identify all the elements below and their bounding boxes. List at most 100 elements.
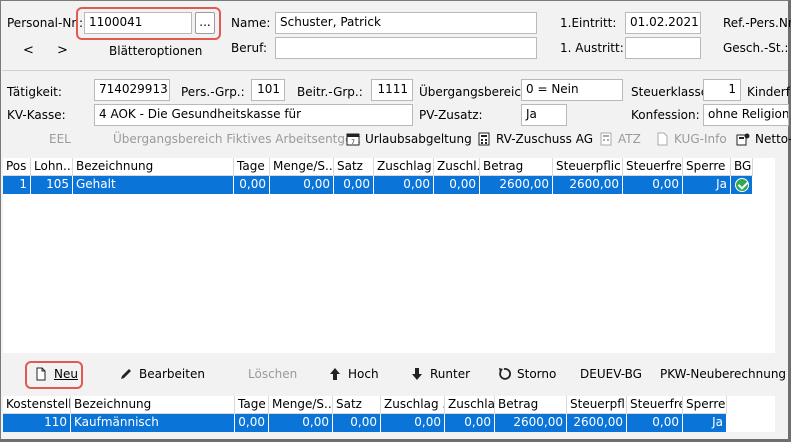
column-header[interactable]: Tage	[235, 396, 269, 414]
bearbeiten-label: Bearbeiten	[139, 367, 205, 381]
table-cell: 110	[3, 414, 71, 432]
kv-kasse-label: KV-Kasse:	[7, 108, 66, 122]
column-header[interactable]: Bezeichnung	[73, 158, 234, 176]
eel-button[interactable]: EEL	[49, 132, 71, 146]
calculator-money-icon	[736, 133, 750, 146]
table-cell: 2600,00	[567, 414, 627, 432]
column-header[interactable]: Steuerpflic...	[553, 158, 623, 176]
table-cell: 2600,00	[495, 414, 567, 432]
next-button[interactable]: >	[57, 43, 68, 58]
bearbeiten-button[interactable]: Bearbeiten	[119, 367, 205, 381]
undo-icon	[499, 368, 511, 380]
column-header[interactable]: Satz	[334, 158, 374, 176]
lohnarten-grid: Pos Lohn... Bezeichnung Tage Menge/S... Satz Z…	[3, 158, 775, 353]
column-header[interactable]: Pos	[3, 158, 31, 176]
beitr-grp-label: Beitr.-Grp.:	[297, 85, 363, 99]
runter-label: Runter	[430, 367, 471, 381]
table-row[interactable]: 110 Kaufmännisch 0,00 0,00 0,00 0,00 0,00 2600,…	[3, 414, 727, 432]
arrow-up-icon	[330, 368, 340, 380]
neu-button[interactable]: Neu	[34, 367, 78, 381]
table-cell: 0,00	[234, 176, 270, 194]
table-cell: 0,00	[627, 414, 683, 432]
column-header[interactable]: Betrag	[480, 158, 553, 176]
uebergang-fiktiv-button[interactable]: Übergangsbereich Fiktives Arbeitsentgelt	[113, 132, 360, 146]
header-divider	[2, 70, 788, 71]
runter-button[interactable]: Runter	[410, 367, 470, 381]
column-header[interactable]: Zuschlag ...	[374, 158, 434, 176]
steuerklasse-field[interactable]: 1	[703, 79, 741, 101]
pers-grp-label: Pers.-Grp.:	[181, 85, 245, 99]
column-header[interactable]: Sperre	[683, 158, 731, 176]
konfession-field[interactable]: ohne Religionszu	[703, 104, 789, 126]
table-cell: 0,00	[235, 414, 269, 432]
previous-button[interactable]: <	[23, 43, 34, 58]
loeschen-label: Löschen	[248, 367, 298, 381]
storno-label: Storno	[517, 367, 557, 381]
column-header[interactable]: Betrag	[495, 396, 567, 414]
payroll-window: Personal-Nr.: 1100041 ... < > Blätteropt…	[0, 0, 791, 442]
atz-button[interactable]: ATZ	[599, 132, 641, 146]
storno-button[interactable]: Storno	[497, 367, 556, 381]
column-header[interactable]: Lohn...	[31, 158, 73, 176]
column-header[interactable]: BG	[731, 158, 753, 176]
deuev-bg-button[interactable]: DEUEV-BG	[580, 367, 642, 381]
beruf-field[interactable]	[275, 37, 537, 59]
column-header[interactable]: Satz	[333, 396, 381, 414]
personal-nr-field[interactable]: 1100041	[84, 12, 192, 34]
column-header[interactable]: Sperre	[683, 396, 727, 414]
column-header[interactable]: Tage	[234, 158, 270, 176]
personal-nr-lookup-button[interactable]: ...	[195, 12, 215, 34]
column-header[interactable]: Menge/S...	[270, 158, 334, 176]
calculator-icon	[600, 132, 612, 146]
netto-button[interactable]: Netto-	[736, 132, 791, 146]
beitr-grp-field[interactable]: 1111	[371, 79, 413, 101]
blaetteroptionen-link[interactable]: Blätteroptionen	[109, 44, 202, 58]
eintritt-field[interactable]: 01.02.2021	[625, 12, 701, 34]
column-header[interactable]: Kostenstelle	[3, 396, 71, 414]
table-cell	[731, 176, 753, 194]
taetigkeit-label: Tätigkeit:	[7, 85, 62, 99]
table-row[interactable]: 1 105 Gehalt 0,00 0,00 0,00 0,00 0,00 2600,00 260…	[3, 176, 753, 194]
pkw-neuberechnung-label: PKW-Neuberechnung	[660, 367, 787, 381]
gesch-st-label: Gesch.-St.:	[723, 41, 789, 55]
column-header[interactable]: Menge/S...	[269, 396, 333, 414]
name-field[interactable]: Schuster, Patrick	[275, 12, 537, 34]
uebergangsbereich-field[interactable]: 0 = Nein	[521, 79, 623, 101]
taetigkeit-field[interactable]: 714029913	[94, 79, 170, 101]
loeschen-button[interactable]: Löschen	[248, 367, 297, 381]
pkw-neuberechnung-button[interactable]: PKW-Neuberechnung	[660, 367, 786, 381]
kv-kasse-field[interactable]: 4 AOK - Die Gesundheitskasse für	[94, 104, 413, 126]
column-header[interactable]: Steuerfrei	[623, 158, 683, 176]
lohnarten-grid-header: Pos Lohn... Bezeichnung Tage Menge/S... Satz Z…	[3, 158, 753, 176]
kostenstellen-grid-header: KostenstelleBezeichnungTageMenge/S...Sat…	[3, 396, 727, 414]
table-cell: 2600,00	[553, 176, 623, 194]
table-cell: 0,00	[623, 176, 683, 194]
column-header[interactable]: Steuerfrei	[627, 396, 683, 414]
austritt-field[interactable]	[625, 37, 701, 59]
column-header[interactable]: Bezeichnung	[71, 396, 235, 414]
table-cell: 0,00	[270, 176, 334, 194]
uebergang-fiktiv-label: Übergangsbereich Fiktives Arbeitsentgelt	[113, 132, 361, 146]
table-cell: 105	[31, 176, 73, 194]
personal-nr-label: Personal-Nr.:	[7, 16, 84, 30]
rv-zuschuss-button[interactable]: RV-Zuschuss AG	[477, 132, 593, 146]
kug-info-button[interactable]: KUG-Info	[655, 132, 727, 146]
table-cell: 0,00	[333, 414, 381, 432]
urlaubsabgeltung-label: Urlaubsabgeltung	[365, 132, 472, 146]
table-cell: Ja	[683, 176, 731, 194]
column-header[interactable]: Steuerpfl...	[567, 396, 627, 414]
urlaubsabgeltung-button[interactable]: 7 Urlaubsabgeltung	[346, 132, 472, 146]
column-header[interactable]: Zuschlag ...	[381, 396, 445, 414]
hoch-button[interactable]: Hoch	[328, 367, 379, 381]
neu-label: Neu	[54, 367, 78, 381]
atz-label: ATZ	[618, 132, 641, 146]
column-header[interactable]: Zuschlag	[445, 396, 495, 414]
hoch-label: Hoch	[348, 367, 379, 381]
column-header[interactable]: Zuschl...	[434, 158, 480, 176]
konfession-label: Konfession:	[631, 108, 700, 122]
pv-zusatz-field[interactable]: Ja	[521, 104, 567, 126]
eel-label: EEL	[49, 132, 71, 146]
steuerklasse-label: Steuerklasse:	[631, 85, 713, 99]
pers-grp-field[interactable]: 101	[251, 79, 285, 101]
calendar-icon: 7	[346, 133, 360, 146]
